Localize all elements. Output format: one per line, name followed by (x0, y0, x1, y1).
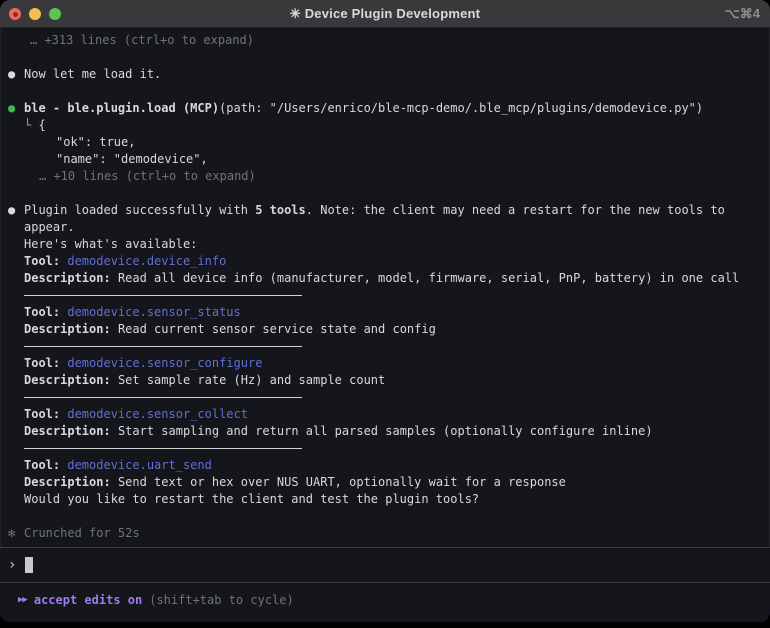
question-text: Would you like to restart the client and… (24, 491, 762, 508)
result-json-line: "ok": true, (24, 134, 762, 151)
window-shortcut-badge: ⌥⌘4 (725, 6, 760, 22)
tool-name: demodevice.uart_send (67, 458, 212, 472)
crunched-status: ✻ Crunched for 52s (8, 525, 762, 542)
window-titlebar: ✳ Device Plugin Development ⌥⌘4 (0, 0, 770, 28)
tool-entry: Tool: demodevice.uart_send Description: … (24, 457, 762, 491)
tool-label: Tool: (24, 254, 60, 268)
description-label: Description: (24, 424, 111, 438)
assistant-message: ● Now let me load it. (8, 66, 762, 83)
mode-hint: (shift+tab to cycle) (149, 593, 294, 607)
description-text: Set sample rate (Hz) and sample count (118, 373, 385, 387)
minimize-button[interactable] (29, 8, 41, 20)
tool-call-title: ble - ble.plugin.load (MCP) (24, 101, 219, 115)
description-text: Send text or hex over NUS UART, optional… (118, 475, 566, 489)
description-text: Start sampling and return all parsed sam… (118, 424, 653, 438)
description-text: Read current sensor service state and co… (118, 322, 436, 336)
tool-label: Tool: (24, 305, 60, 319)
tool-separator (24, 346, 302, 347)
description-label: Description: (24, 475, 111, 489)
result-open-brace: { (38, 118, 45, 132)
prompt-input[interactable]: › (0, 548, 770, 582)
description-label: Description: (24, 322, 111, 336)
description-label: Description: (24, 271, 111, 285)
prompt-chevron-icon: › (8, 557, 16, 573)
input-area: › ▶▶ accept edits on (shift+tab to cycle… (0, 547, 770, 622)
tool-label: Tool: (24, 458, 60, 472)
message-bullet-icon: ● (8, 202, 22, 219)
collapsed-lines-indicator: … +313 lines (ctrl+o to expand) (8, 32, 762, 49)
tool-separator (24, 295, 302, 296)
tool-entry: Tool: demodevice.sensor_collect Descript… (24, 406, 762, 449)
summary-line2: Here's what's available: (24, 236, 762, 253)
description-label: Description: (24, 373, 111, 387)
mode-label: accept edits on (34, 593, 142, 607)
tool-label: Tool: (24, 356, 60, 370)
asterisk-icon: ✻ (8, 525, 22, 542)
traffic-lights (9, 8, 61, 20)
mode-indicator: ▶▶ accept edits on (shift+tab to cycle) (0, 583, 770, 617)
tool-call-message: ● ble - ble.plugin.load (MCP)(path: "/Us… (8, 100, 762, 185)
tool-name: demodevice.device_info (67, 254, 226, 268)
tool-entry: Tool: demodevice.device_info Description… (24, 253, 762, 296)
fast-forward-icon: ▶▶ (18, 595, 27, 605)
description-text: Read all device info (manufacturer, mode… (118, 271, 739, 285)
tool-entry: Tool: demodevice.sensor_configure Descri… (24, 355, 762, 398)
crunched-status-text: Crunched for 52s (24, 525, 762, 542)
result-elbow-icon: └ (24, 118, 31, 132)
terminal-transcript: … +313 lines (ctrl+o to expand) ● Now le… (0, 28, 770, 542)
summary-text: Plugin loaded successfully with (24, 203, 255, 217)
tool-entry: Tool: demodevice.sensor_status Descripti… (24, 304, 762, 347)
plugin-summary-message: ● Plugin loaded successfully with 5 tool… (8, 202, 762, 508)
window-title: ✳ Device Plugin Development (290, 6, 480, 22)
zoom-button[interactable] (49, 8, 61, 20)
tool-separator (24, 448, 302, 449)
assistant-message-text: Now let me load it. (24, 66, 762, 83)
tool-name: demodevice.sensor_collect (67, 407, 248, 421)
tool-name: demodevice.sensor_configure (67, 356, 262, 370)
message-bullet-icon: ● (8, 66, 22, 83)
collapsed-result-indicator: … +10 lines (ctrl+o to expand) (24, 168, 762, 185)
tool-call-args: (path: "/Users/enrico/ble-mcp-demo/.ble_… (219, 101, 703, 115)
tool-separator (24, 397, 302, 398)
tool-call-bullet-icon: ● (8, 100, 22, 117)
close-button[interactable] (9, 8, 21, 20)
summary-tool-count: 5 tools (255, 203, 306, 217)
tool-label: Tool: (24, 407, 60, 421)
text-cursor (25, 557, 33, 573)
tool-name: demodevice.sensor_status (67, 305, 240, 319)
terminal-window: ✳ Device Plugin Development ⌥⌘4 … +313 l… (0, 0, 770, 622)
result-json-line: "name": "demodevice", (24, 151, 762, 168)
